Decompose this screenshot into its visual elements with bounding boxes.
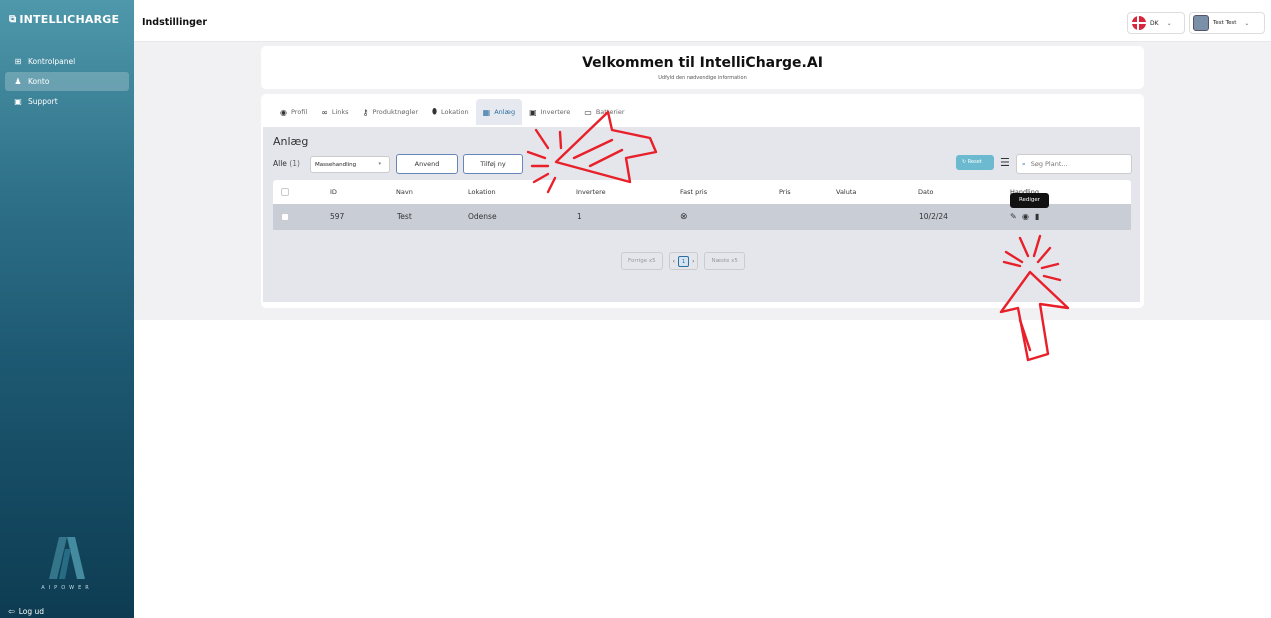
welcome-card: Velkommen til IntelliCharge.AI Udfyld de… [261, 46, 1144, 89]
cell-dato: 10/2/24 [919, 212, 948, 221]
pagination: Forrige x5 ‹ 1 › Næste x5 [621, 252, 745, 270]
bulk-action-select[interactable]: Massehandling ▾ [310, 156, 390, 173]
tab-batterier[interactable]: ▭ Batterier [577, 99, 631, 125]
tab-label: Invertere [540, 108, 571, 116]
sidebar-item-support[interactable]: ▣ Support [5, 92, 129, 111]
user-name: Test Test [1213, 20, 1237, 26]
bulk-action-value: Massehandling [315, 162, 357, 168]
chevron-down-icon: ⌄ [1166, 19, 1172, 27]
cell-navn: Test [397, 212, 412, 221]
language-selector[interactable]: DK ⌄ [1127, 12, 1185, 34]
header: Indstillinger DK ⌄ Test Test ⌄ [134, 0, 1271, 42]
page-title: Indstillinger [142, 17, 208, 28]
aipower-logo: AIPOWER [0, 535, 134, 591]
users-icon: ♟ [14, 77, 22, 86]
reset-label: Reset [967, 159, 982, 165]
page-number[interactable]: 1 [678, 255, 690, 267]
logout-button[interactable]: ⇦ Log ud [8, 607, 44, 616]
battery-icon: ▭ [584, 107, 592, 117]
search-icon: ⌕ [1022, 160, 1026, 168]
column-header[interactable]: Fast pris [680, 180, 707, 204]
tab-anlaeg[interactable]: ▦ Anlæg [475, 99, 523, 125]
tab-label: Anlæg [494, 108, 516, 116]
grid-icon: ⊞ [14, 57, 22, 66]
support-icon: ▣ [14, 97, 22, 106]
tab-profil[interactable]: ◉ Profil [273, 99, 314, 125]
column-header[interactable]: Invertere [576, 180, 606, 204]
row-checkbox[interactable] [281, 213, 289, 221]
filter-icon[interactable]: ☰ [1000, 156, 1010, 169]
search-field[interactable]: ⌕ [1016, 154, 1132, 174]
chevron-down-icon: ⌄ [1244, 19, 1250, 27]
column-header[interactable]: Pris [779, 180, 791, 204]
dashboard-icon: ▦ [482, 107, 491, 117]
column-header[interactable]: Dato [918, 180, 934, 204]
add-new-button[interactable]: Tilføj ny [463, 154, 523, 174]
language-code: DK [1150, 19, 1159, 27]
caret-down-icon: ▾ [378, 161, 381, 167]
tab-label: Produktnøgler [372, 108, 419, 116]
welcome-title: Velkommen til IntelliCharge.AI [582, 55, 823, 71]
chevron-left-icon[interactable]: ‹ [673, 258, 675, 265]
logout-icon: ⇦ [8, 607, 15, 616]
settings-tabs: ◉ Profil ∞ Links ⚷ Produktnøgler ⬮ Lokat… [273, 99, 632, 125]
aipower-logo-mark [49, 537, 85, 579]
sidebar-item-label: Kontrolpanel [28, 57, 76, 66]
sidebar-item-label: Konto [28, 77, 50, 86]
external-link-icon: ⧉ [9, 13, 17, 25]
chevron-right-icon[interactable]: › [692, 258, 694, 265]
sidebar-item-kontrolpanel[interactable]: ⊞ Kontrolpanel [5, 52, 129, 71]
location-pin-icon: ⬮ [432, 107, 438, 116]
link-icon: ∞ [321, 107, 328, 117]
tab-produktnogler[interactable]: ⚷ Produktnøgler [356, 99, 425, 125]
apply-button[interactable]: Anvend [396, 154, 458, 174]
brand-name: INTELLICHARGE [19, 12, 120, 26]
avatar [1193, 15, 1209, 31]
table-header: ID Navn Lokation Invertere Fast pris Pri… [273, 180, 1131, 204]
tab-label: Batterier [595, 108, 625, 116]
prev-page-button[interactable]: Forrige x5 [621, 252, 663, 270]
sidebar-item-konto[interactable]: ♟ Konto [5, 72, 129, 91]
sidebar-nav: ⊞ Kontrolpanel ♟ Konto ▣ Support [0, 52, 134, 111]
chip-icon: ▣ [529, 107, 537, 117]
logo-text: AIPOWER [41, 585, 93, 591]
tab-label: Links [331, 108, 349, 116]
section-title: Anlæg [273, 135, 309, 148]
cell-invertere: 1 [577, 212, 582, 221]
table-row[interactable]: 597 Test Odense 1 ⊗ 10/2/24 ✎ ◉ ▮ [273, 204, 1131, 230]
user-menu[interactable]: Test Test ⌄ [1189, 12, 1265, 34]
tab-label: Lokation [441, 108, 469, 116]
column-header[interactable]: Navn [396, 180, 413, 204]
anlaeg-panel: Anlæg Alle (1) Massehandling ▾ Anvend Ti… [263, 127, 1140, 302]
denmark-flag-icon [1132, 16, 1146, 30]
logout-label: Log ud [18, 607, 44, 616]
cell-id: 597 [330, 212, 345, 221]
key-icon: ⚷ [362, 107, 369, 117]
sidebar: ⧉ INTELLICHARGE ⊞ Kontrolpanel ♟ Konto ▣… [0, 0, 134, 618]
tab-label: Profil [290, 108, 308, 116]
tooltip: Rediger [1010, 193, 1049, 208]
reset-button[interactable]: ↻ Reset [956, 155, 994, 170]
next-page-button[interactable]: Næste x5 [704, 252, 745, 270]
plants-table: ID Navn Lokation Invertere Fast pris Pri… [273, 180, 1131, 230]
filter-all-label: Alle [273, 159, 287, 168]
filter-all[interactable]: Alle (1) [273, 159, 300, 168]
column-header[interactable]: ID [330, 180, 337, 204]
user-circle-icon: ◉ [280, 107, 287, 117]
tab-lokation[interactable]: ⬮ Lokation [425, 99, 476, 125]
page-selector: ‹ 1 › [668, 252, 699, 270]
fixed-price-status-icon: ⊗ [680, 212, 688, 222]
column-header[interactable]: Lokation [468, 180, 496, 204]
tab-links[interactable]: ∞ Links [314, 99, 355, 125]
tab-invertere[interactable]: ▣ Invertere [522, 99, 577, 125]
select-all-checkbox[interactable] [281, 188, 289, 196]
welcome-subtitle: Udfyld den nødvendige information [658, 75, 747, 81]
search-input[interactable] [1030, 160, 1116, 168]
sidebar-item-label: Support [28, 97, 58, 106]
cell-lokation: Odense [468, 212, 497, 221]
brand-link[interactable]: ⧉ INTELLICHARGE [0, 0, 134, 38]
column-header[interactable]: Valuta [836, 180, 856, 204]
filter-all-count: (1) [289, 159, 300, 168]
